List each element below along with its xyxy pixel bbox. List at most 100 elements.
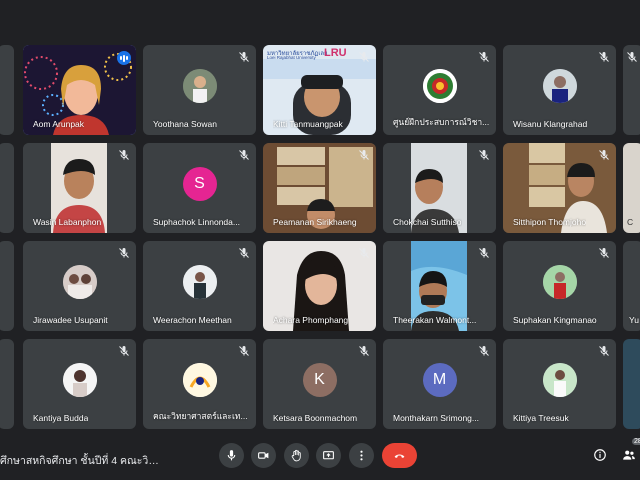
participant-name: Chokchai Sutthiso [393,217,462,227]
participant-tile[interactable]: Achara Phomphang [263,241,376,331]
avatar: M [422,362,457,397]
mic-off-icon [118,345,130,357]
mic-off-icon [598,149,610,161]
end-call-button[interactable] [382,443,417,468]
avatar [422,68,457,103]
camera-icon [258,452,269,459]
participant-tile-partial[interactable] [623,45,640,135]
participant-name: Peamanan Sirikhaeng [273,217,357,227]
participant-tile[interactable]: K Ketsara Boonmachom [263,339,376,429]
hangup-icon [394,454,405,458]
mic-off-icon [478,149,490,161]
mic-icon [227,450,236,461]
participant-tile[interactable]: Wasin Labanphon [23,143,136,233]
participant-name: Suphakan Kingmanao [513,315,597,325]
avatar [182,362,217,397]
participant-tile-partial[interactable]: C [623,143,640,233]
participant-name: Kitti Tanmuangpak [273,119,343,129]
participant-name: คณะวิทยาศาสตร์และเท... [153,411,248,421]
participants-button[interactable] [621,447,637,463]
participant-tile[interactable]: Theerakan Walmont... [383,241,496,331]
participant-name: Jirawadee Usupanit [33,315,108,325]
banner-subtext: Loei Rajabhat University [267,55,316,60]
mic-off-icon [358,149,370,161]
participant-tile[interactable]: Kantiya Budda [23,339,136,429]
mic-off-icon [598,345,610,357]
avatar [62,264,97,299]
participant-tile[interactable]: Yoothana Sowan [143,45,256,135]
meeting-info-button[interactable] [592,447,608,463]
avatar [542,68,577,103]
participant-name: ศูนย์ฝึกประสบการณ์วิชา... [393,117,490,127]
mic-off-icon [626,51,638,63]
mic-off-icon [238,247,250,259]
info-icon [594,449,606,461]
participant-grid: Aom Arunpak Yoothana Sowan มหาวิทยาลัยรา… [0,0,640,440]
participant-tile[interactable]: คณะวิทยาศาสตร์และเท... [143,339,256,429]
mic-toggle-button[interactable] [219,443,244,468]
participant-name: Kittiya Treesuk [513,413,569,423]
mic-off-icon [118,247,130,259]
avatar [62,362,97,397]
participant-tile[interactable]: Suphakan Kingmanao [503,241,616,331]
lru-logo: LRU [324,47,347,59]
participant-name: C [627,217,634,227]
participant-name: Wasin Labanphon [33,217,102,227]
mic-off-icon [238,51,250,63]
hand-icon [291,449,301,462]
participant-tile[interactable]: Weerachon Meethan [143,241,256,331]
camera-toggle-button[interactable] [251,443,276,468]
present-screen-button[interactable] [316,443,341,468]
avatar [182,264,217,299]
participant-tile[interactable]: S Suphachok Linnonda... [143,143,256,233]
participant-tile-partial[interactable]: Yu [623,241,640,331]
participant-tile-partial[interactable] [0,143,14,233]
participant-name: Monthakarn Srimong... [393,413,479,423]
participant-name: Weerachon Meethan [153,315,232,325]
participant-name: Ketsara Boonmachom [273,413,358,423]
participant-tile[interactable]: ศูนย์ฝึกประสบการณ์วิชา... [383,45,496,135]
participant-name: Suphachok Linnonda... [153,217,240,227]
participant-name: Kantiya Budda [33,413,89,423]
avatar: K [302,362,337,397]
meeting-title: ศึกษาสหกิจศึกษา ชั้นปีที่ 4 คณะวิทย... [0,455,160,467]
participant-name: Sitthipon Thomjoho [513,217,587,227]
mic-off-icon [478,247,490,259]
more-options-button[interactable] [349,443,374,468]
more-vert-icon [360,450,363,461]
participant-tile[interactable]: Peamanan Sirikhaeng [263,143,376,233]
avatar [182,68,217,103]
mic-off-icon [478,345,490,357]
participant-tile[interactable]: มหาวิทยาลัยราชภัฏเลย Loei Rajabhat Unive… [263,45,376,135]
raise-hand-button[interactable] [284,443,309,468]
participant-tile[interactable]: Kittiya Treesuk [503,339,616,429]
avatar [542,362,577,397]
participant-tile[interactable]: Aom Arunpak [23,45,136,135]
participant-name: Theerakan Walmont... [393,315,477,325]
mic-off-icon [238,149,250,161]
participant-tile[interactable]: Chokchai Sutthiso [383,143,496,233]
participant-tile[interactable]: Sitthipon Thomjoho [503,143,616,233]
participant-tile-partial[interactable] [0,45,14,135]
speaking-indicator-icon [117,51,131,65]
mic-off-icon [478,51,490,63]
mic-off-icon [358,51,370,63]
mic-off-icon [118,149,130,161]
participant-name: Aom Arunpak [33,119,85,129]
participant-tile[interactable]: M Monthakarn Srimong... [383,339,496,429]
people-icon [623,450,635,460]
participant-name: Wisanu Klangrahad [513,119,588,129]
avatar: S [182,166,217,201]
participant-tile[interactable]: Jirawadee Usupanit [23,241,136,331]
mic-off-icon [598,247,610,259]
participant-tile-partial[interactable] [623,339,640,429]
participant-tile-partial[interactable] [0,241,14,331]
participant-name: Yoothana Sowan [153,119,217,129]
participant-count-badge: 28 [632,438,640,445]
mic-off-icon [238,345,250,357]
participant-name: Yu [629,315,639,325]
participant-tile[interactable]: Wisanu Klangrahad [503,45,616,135]
mic-off-icon [358,345,370,357]
present-icon [323,451,334,460]
participant-tile-partial[interactable] [0,339,14,429]
